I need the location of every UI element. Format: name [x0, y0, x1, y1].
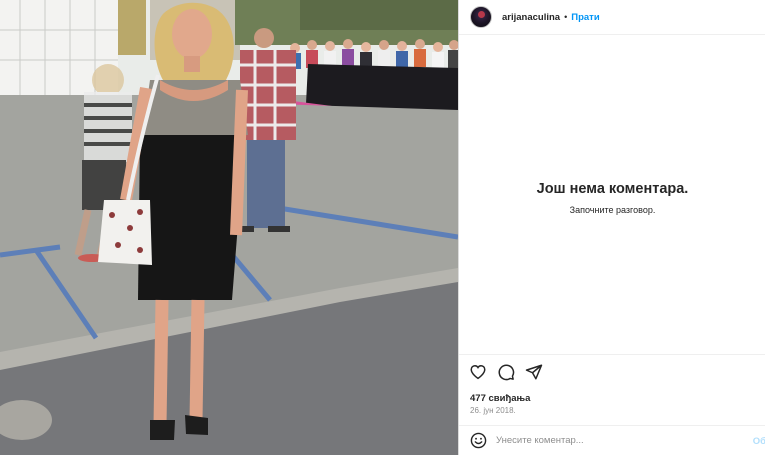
- comment-input[interactable]: [496, 435, 726, 446]
- comment-icon[interactable]: [497, 363, 515, 381]
- post-side-panel: arijanaculina • Прати Још нема коментара…: [458, 0, 765, 455]
- post-header: arijanaculina • Прати: [459, 0, 765, 35]
- post-photo[interactable]: [0, 0, 458, 455]
- post-comment-button[interactable]: Об: [753, 436, 765, 447]
- follow-button[interactable]: Прати: [571, 12, 599, 23]
- empty-comments-subtitle: Започните разговор.: [569, 205, 656, 215]
- heart-icon[interactable]: [469, 363, 487, 381]
- post-date: 26. јун 2018.: [470, 406, 516, 415]
- separator-dot: •: [564, 12, 568, 22]
- username-link[interactable]: arijanaculina: [502, 12, 560, 23]
- action-icons: [469, 363, 543, 381]
- smiley-icon[interactable]: [470, 432, 487, 449]
- post-actions: 477 свиђања 26. јун 2018.: [459, 354, 765, 424]
- paper-plane-icon[interactable]: [525, 363, 543, 381]
- comments-empty-state: Још нема коментара. Започните разговор.: [459, 36, 765, 354]
- comment-bar: Об: [459, 425, 765, 455]
- like-count[interactable]: 477 свиђања: [470, 393, 530, 404]
- photo-illustration: [0, 0, 458, 455]
- avatar[interactable]: [470, 6, 492, 28]
- empty-comments-title: Још нема коментара.: [536, 181, 689, 197]
